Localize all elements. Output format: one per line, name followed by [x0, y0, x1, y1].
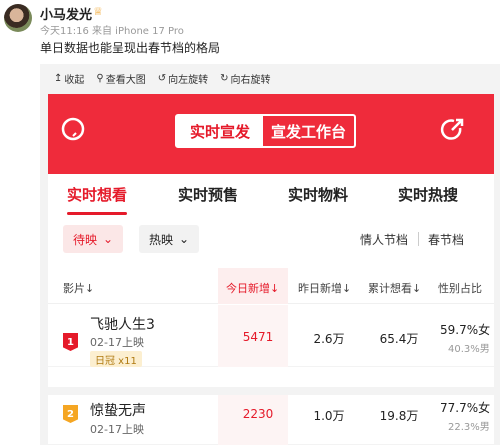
yesterday-new: 1.0万	[313, 409, 345, 423]
category-tabs: 实时想看 实时预售 实时物料 实时热搜	[48, 174, 494, 216]
rank-badge: 1	[63, 333, 78, 351]
app-screenshot[interactable]: 实时宣发 宣发工作台 实时想看 实时预售 实时物料 实时热搜 待映 ⌄ 热映 ⌄…	[48, 94, 494, 445]
col-today[interactable]: 今日新增↓	[226, 280, 279, 296]
segment-realtime[interactable]: 实时宣发	[177, 116, 263, 146]
film-title[interactable]: 惊蛰无声	[90, 400, 146, 420]
filter-upcoming[interactable]: 待映 ⌄	[63, 225, 124, 253]
chevron-down-icon: ⌄	[179, 232, 190, 246]
collapse-icon: ↥	[54, 72, 63, 84]
release-date: 02-17上映	[90, 336, 144, 349]
rotate-right-icon: ↻	[220, 72, 229, 84]
crown-icon: ♕	[93, 5, 103, 18]
col-yesterday[interactable]: 昨日新增↓	[298, 280, 351, 296]
magnifier-icon: ⚲	[96, 72, 104, 84]
search-icon[interactable]	[60, 116, 90, 146]
male-ratio: 22.3%男	[448, 422, 490, 433]
username[interactable]: 小马发光	[40, 4, 92, 23]
female-ratio: 59.7%女	[440, 323, 491, 337]
post-caption: 单日数据也能呈现出春节档的格局	[40, 41, 221, 55]
col-film[interactable]: 影片↓	[63, 280, 94, 296]
filter-showing[interactable]: 热映 ⌄	[139, 225, 200, 253]
table-row[interactable]: 1 飞驰人生3 02-17上映 日冠 x11 5471 2.6万 65.4万 5…	[48, 305, 494, 367]
collapse-button[interactable]: ↥ 收起	[54, 71, 84, 86]
today-new: 2230	[242, 407, 274, 421]
filter-bar: 待映 ⌄ 热映 ⌄ 情人节档 春节档	[48, 216, 494, 268]
total-want: 65.4万	[379, 332, 419, 346]
rank-badge: 2	[63, 405, 78, 423]
yesterday-new: 2.6万	[313, 332, 345, 346]
total-want: 19.8万	[379, 409, 419, 423]
avatar[interactable]	[4, 4, 32, 32]
col-gender[interactable]: 性别占比	[438, 280, 482, 296]
tab-presale[interactable]: 实时预售	[178, 184, 238, 205]
rotate-left-icon: ↺	[157, 72, 167, 84]
share-icon[interactable]	[438, 116, 466, 144]
link-spring-festival[interactable]: 春节档	[428, 231, 464, 248]
post-meta: 今天11:16 来自 iPhone 17 Pro	[40, 26, 184, 37]
col-total[interactable]: 累计想看↓	[368, 280, 421, 296]
viewer-toolbar: ↥ 收起 ⚲ 查看大图 ↺ 向左旋转 ↻ 向右旋转	[40, 64, 500, 92]
table-row[interactable]: 2 惊蛰无声 02-17上映 2230 1.0万 19.8万 77.7%女 22…	[48, 387, 494, 445]
app-header: 实时宣发 宣发工作台	[48, 94, 494, 174]
active-tab-indicator	[67, 212, 127, 215]
chevron-down-icon: ⌄	[103, 232, 114, 246]
male-ratio: 40.3%男	[448, 344, 490, 355]
tab-materials[interactable]: 实时物料	[288, 184, 348, 205]
image-viewer: ↥ 收起 ⚲ 查看大图 ↺ 向左旋转 ↻ 向右旋转 实时宣发 宣发工作台 实时想…	[40, 64, 500, 445]
post-header: 小马发光 ♕ 今天11:16 来自 iPhone 17 Pro 单日数据也能呈现…	[0, 0, 500, 64]
daily-champion-badge: 日冠 x11	[90, 351, 142, 367]
tab-want-to-see[interactable]: 实时想看	[67, 184, 127, 205]
female-ratio: 77.7%女	[440, 401, 491, 415]
segment-workbench[interactable]: 宣发工作台	[263, 116, 354, 146]
divider	[418, 232, 419, 246]
release-date: 02-17上映	[90, 423, 144, 436]
film-title[interactable]: 飞驰人生3	[90, 314, 155, 334]
view-large-button[interactable]: ⚲ 查看大图	[96, 71, 145, 86]
link-valentine-season[interactable]: 情人节档	[360, 231, 408, 248]
tab-hot-search[interactable]: 实时热搜	[398, 184, 458, 205]
rotate-left-button[interactable]: ↺ 向左旋转	[158, 71, 208, 86]
table-header: 影片↓ 今日新增↓ 昨日新增↓ 累计想看↓ 性别占比	[48, 268, 494, 304]
today-new: 5471	[242, 330, 274, 344]
mode-switch: 实时宣发 宣发工作台	[175, 114, 356, 148]
rotate-right-button[interactable]: ↻ 向右旋转	[220, 71, 270, 86]
